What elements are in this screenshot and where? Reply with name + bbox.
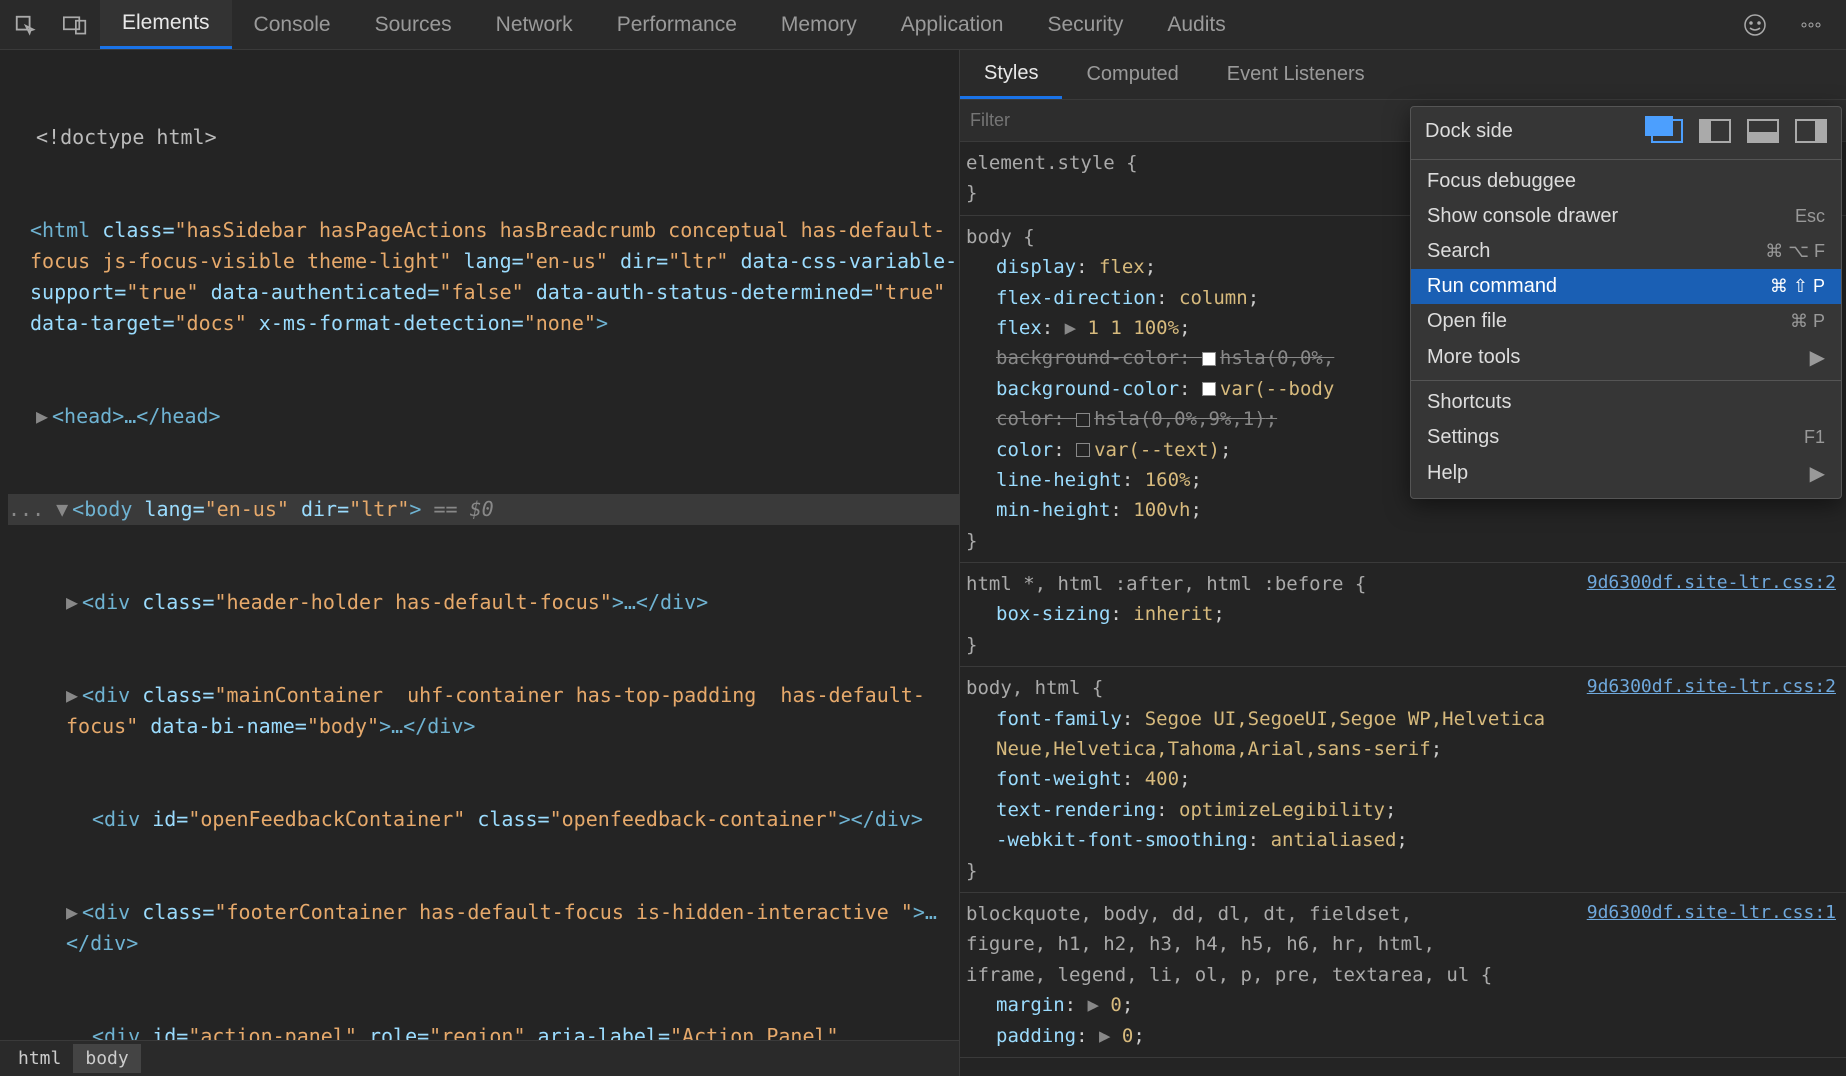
tab-security[interactable]: Security — [1025, 0, 1145, 49]
dock-undock-icon[interactable] — [1651, 119, 1683, 143]
css-property[interactable]: padding: ▶ 0; — [966, 1021, 1836, 1051]
tab-elements[interactable]: Elements — [100, 0, 232, 49]
breadcrumb: html body — [0, 1040, 959, 1076]
expander-icon[interactable]: ▶ — [66, 587, 82, 618]
menu-item[interactable]: Help▶ — [1411, 455, 1841, 492]
tab-application[interactable]: Application — [879, 0, 1026, 49]
css-property[interactable]: min-height: 100vh; — [966, 495, 1836, 525]
dock-bottom-icon[interactable] — [1747, 119, 1779, 143]
css-property[interactable]: font-weight: 400; — [966, 764, 1836, 794]
expander-icon[interactable]: ▶ — [66, 897, 82, 928]
css-property[interactable]: text-rendering: optimizeLegibility; — [966, 795, 1836, 825]
rule-selector[interactable]: body, html { — [966, 673, 1103, 703]
expander-icon[interactable]: ▼ — [56, 494, 72, 525]
dom-tree[interactable]: <!doctype html> <html class="hasSidebar … — [0, 50, 959, 1040]
rule-selector[interactable]: blockquote, body, dd, dl, dt, fieldset, … — [966, 899, 1496, 990]
menu-item[interactable]: Run command⌘ ⇧ P — [1411, 269, 1841, 304]
menu-item[interactable]: Focus debuggee — [1411, 164, 1841, 199]
more-menu-icon[interactable] — [1792, 6, 1830, 44]
main-menu-dropdown: Dock side Focus debuggeeShow console dra… — [1410, 106, 1842, 499]
tab-console[interactable]: Console — [232, 0, 353, 49]
breadcrumb-html[interactable]: html — [6, 1044, 73, 1073]
main-tabs: Elements Console Sources Network Perform… — [100, 0, 1730, 49]
tab-sources[interactable]: Sources — [353, 0, 474, 49]
menu-item[interactable]: More tools▶ — [1411, 339, 1841, 376]
css-property[interactable]: -webkit-font-smoothing: antialiased; — [966, 825, 1836, 855]
dock-left-icon[interactable] — [1699, 119, 1731, 143]
dock-side-label: Dock side — [1425, 120, 1635, 143]
menu-item[interactable]: Search⌘ ⌥ F — [1411, 234, 1841, 269]
tab-styles[interactable]: Styles — [960, 50, 1062, 99]
device-toggle-icon[interactable] — [56, 6, 94, 44]
elements-panel: <!doctype html> <html class="hasSidebar … — [0, 50, 960, 1076]
css-property[interactable]: box-sizing: inherit; — [966, 599, 1836, 629]
sidebar-tabs: Styles Computed Event Listeners — [960, 50, 1846, 100]
source-link[interactable]: 9d6300df.site-ltr.css:2 — [1587, 569, 1836, 599]
css-property[interactable]: font-family: Segoe UI,SegoeUI,Segoe WP,H… — [966, 704, 1836, 765]
main-toolbar: Elements Console Sources Network Perform… — [0, 0, 1846, 50]
smiley-feedback-icon[interactable] — [1736, 6, 1774, 44]
tab-memory[interactable]: Memory — [759, 0, 879, 49]
tab-performance[interactable]: Performance — [595, 0, 759, 49]
breadcrumb-body[interactable]: body — [73, 1044, 140, 1073]
menu-item[interactable]: Shortcuts — [1411, 385, 1841, 420]
rule-selector[interactable]: html *, html :after, html :before { — [966, 569, 1366, 599]
tab-computed[interactable]: Computed — [1062, 50, 1202, 99]
source-link[interactable]: 9d6300df.site-ltr.css:1 — [1587, 899, 1836, 990]
inspect-element-icon[interactable] — [6, 6, 44, 44]
styles-panel: Styles Computed Event Listeners element.… — [960, 50, 1846, 1076]
expander-icon[interactable]: ▶ — [36, 401, 52, 432]
tab-network[interactable]: Network — [474, 0, 595, 49]
tab-audits[interactable]: Audits — [1145, 0, 1247, 49]
css-property[interactable]: margin: ▶ 0; — [966, 990, 1836, 1020]
source-link[interactable]: 9d6300df.site-ltr.css:2 — [1587, 673, 1836, 703]
menu-item[interactable]: Open file⌘ P — [1411, 304, 1841, 339]
dock-right-icon[interactable] — [1795, 119, 1827, 143]
menu-item[interactable]: Show console drawerEsc — [1411, 199, 1841, 234]
tab-event-listeners[interactable]: Event Listeners — [1203, 50, 1389, 99]
expander-icon[interactable]: ▶ — [66, 680, 82, 711]
menu-item[interactable]: SettingsF1 — [1411, 420, 1841, 455]
